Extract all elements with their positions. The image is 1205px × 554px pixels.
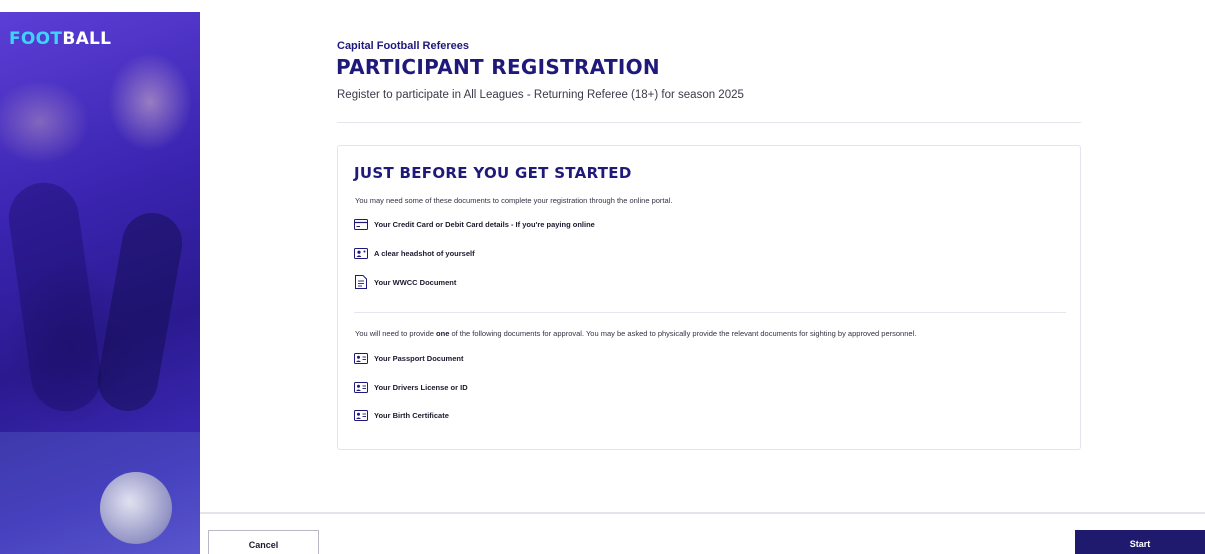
headshot-icon — [354, 247, 368, 259]
document-item-wwcc: Your WWCC Document — [354, 275, 457, 289]
document-item-birth-certificate: Your Birth Certificate — [354, 409, 449, 421]
card-divider — [354, 312, 1066, 313]
brand-photo-shape — [0, 432, 200, 554]
logo-prefix: FOOT — [9, 29, 63, 49]
logo-suffix: BALL — [62, 29, 112, 49]
page-title: PARTICIPANT REGISTRATION — [336, 55, 660, 79]
document-label: Your Birth Certificate — [374, 410, 449, 420]
id-card-icon — [354, 352, 368, 364]
footer-divider — [200, 512, 1205, 514]
football-logo[interactable]: FOOTBALL — [9, 29, 111, 49]
org-name: Capital Football Referees — [337, 40, 470, 52]
card-title: JUST BEFORE YOU GET STARTED — [354, 164, 632, 182]
approval-intro-emphasis: one — [436, 329, 450, 338]
document-label: Your WWCC Document — [374, 277, 457, 287]
approval-intro: You will need to provide one of the foll… — [355, 329, 916, 338]
credit-card-icon — [354, 218, 368, 230]
document-item-drivers-license: Your Drivers License or ID — [354, 381, 468, 393]
document-item-headshot: A clear headshot of yourself — [354, 247, 475, 259]
card-intro: You may need some of these documents to … — [355, 196, 673, 205]
header-divider — [337, 122, 1081, 123]
document-icon — [354, 275, 368, 289]
approval-intro-text: You will need to provide — [355, 329, 437, 338]
brand-panel: FOOTBALL — [0, 12, 200, 554]
approval-intro-text: of the following documents for approval.… — [449, 329, 917, 338]
document-label: Your Credit Card or Debit Card details -… — [374, 219, 595, 229]
brand-photo-shape — [93, 208, 187, 416]
football-image — [100, 472, 172, 544]
document-label: A clear headshot of yourself — [374, 248, 475, 258]
start-button[interactable]: Start — [1075, 530, 1205, 554]
id-card-icon — [354, 409, 368, 421]
page-subtitle: Register to participate in All Leagues -… — [337, 89, 744, 101]
document-item-credit-card: Your Credit Card or Debit Card details -… — [354, 218, 595, 230]
cancel-button[interactable]: Cancel — [208, 530, 319, 554]
document-label: Your Passport Document — [374, 353, 464, 363]
document-item-passport: Your Passport Document — [354, 352, 463, 364]
registration-page: FOOTBALL Capital Football Referees PARTI… — [0, 0, 1205, 554]
id-card-icon — [354, 381, 368, 393]
document-label: Your Drivers License or ID — [374, 382, 468, 392]
brand-photo-shape — [4, 178, 106, 416]
documents-card: JUST BEFORE YOU GET STARTED You may need… — [337, 145, 1081, 450]
